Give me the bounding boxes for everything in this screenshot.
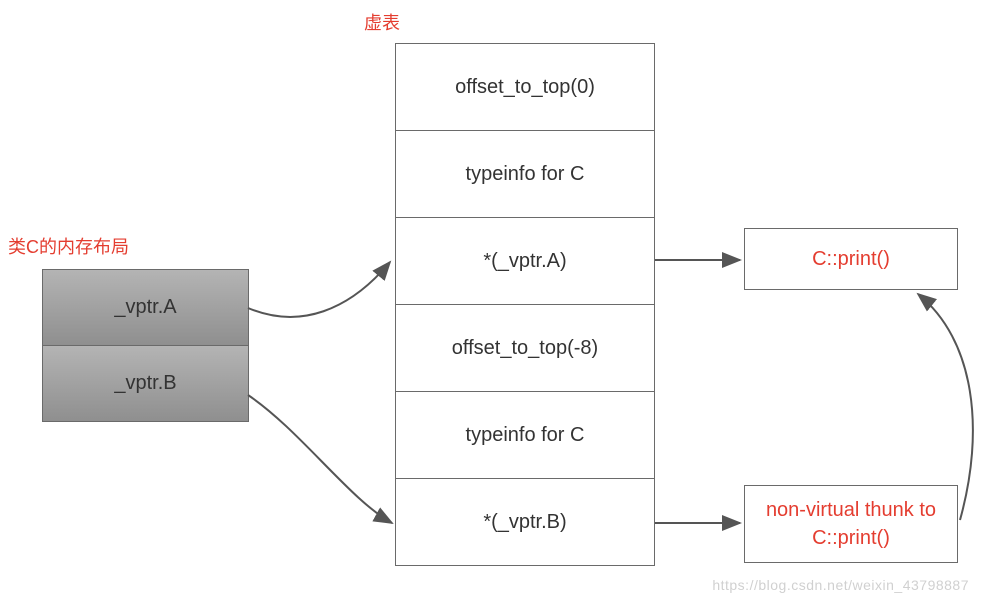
right-box-thunk: non-virtual thunk to C::print() <box>744 485 958 563</box>
vtable-cell-typeinfo-2: typeinfo for C <box>396 392 654 479</box>
mem-cell-vptr-a: _vptr.A <box>43 270 248 346</box>
vtable-cell-offset-0: offset_to_top(0) <box>396 44 654 131</box>
vtable-cell-typeinfo-1: typeinfo for C <box>396 131 654 218</box>
right-box-c-print: C::print() <box>744 228 958 290</box>
vtable-title: 虚表 <box>364 9 400 35</box>
mem-layout-title: 类C的内存布局 <box>8 233 129 259</box>
mem-cell-vptr-b: _vptr.B <box>43 346 248 421</box>
vtable-cell-vptr-b: *(_vptr.B) <box>396 479 654 565</box>
memory-layout-box: _vptr.A _vptr.B <box>42 269 249 422</box>
vtable-cell-vptr-a: *(_vptr.A) <box>396 218 654 305</box>
arrow-vptr-b-to-vtable <box>248 395 392 523</box>
arrow-vptr-a-to-vtable <box>248 262 390 317</box>
vtable-box: offset_to_top(0) typeinfo for C *(_vptr.… <box>395 43 655 566</box>
watermark-text: https://blog.csdn.net/weixin_43798887 <box>712 577 969 593</box>
vtable-cell-offset-m8: offset_to_top(-8) <box>396 305 654 392</box>
